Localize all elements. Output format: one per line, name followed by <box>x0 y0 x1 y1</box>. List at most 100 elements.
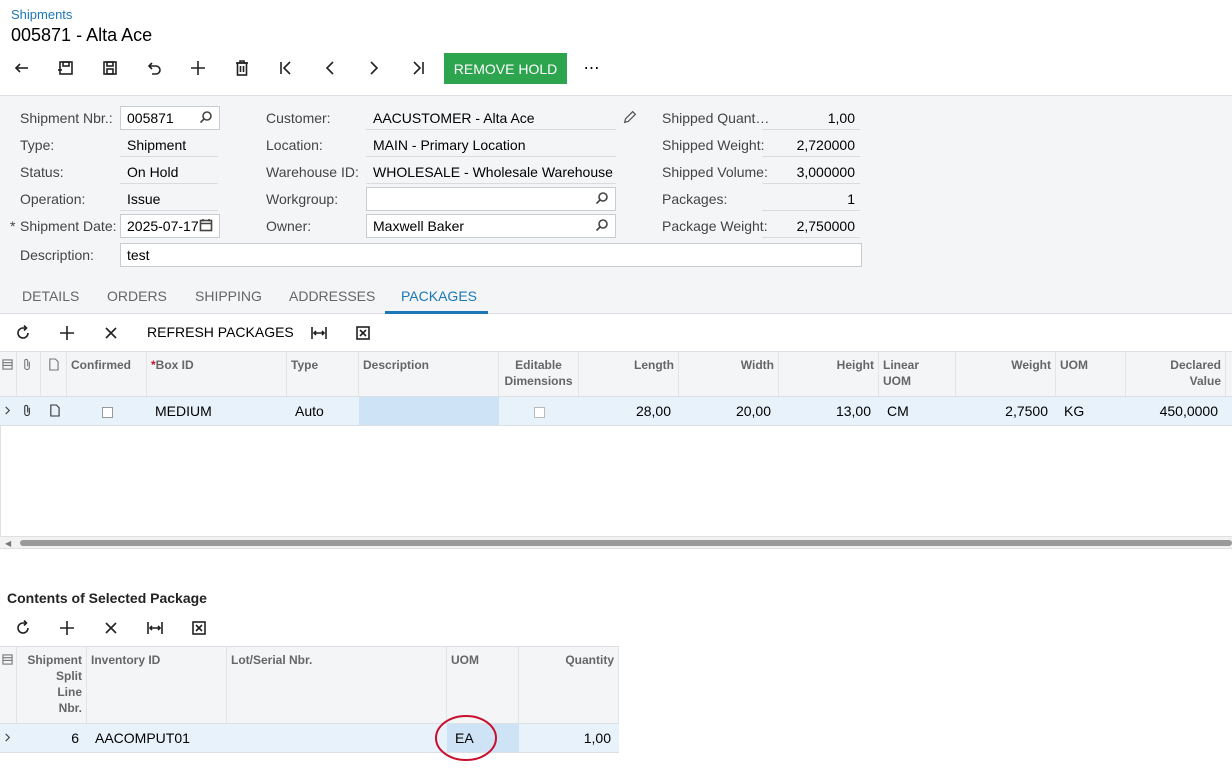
column-settings-icon[interactable] <box>0 647 17 723</box>
previous-record-icon[interactable] <box>318 56 342 80</box>
contents-section-title: Contents of Selected Package <box>7 590 207 606</box>
row-selector-icon[interactable] <box>0 724 17 752</box>
owner-label: Owner: <box>266 218 312 234</box>
next-record-icon[interactable] <box>362 56 386 80</box>
col-quantity[interactable]: Quantity <box>519 647 619 723</box>
location-value[interactable]: MAIN - Primary Location <box>373 137 525 153</box>
tab-packages[interactable]: PACKAGES <box>401 288 477 304</box>
more-actions-icon[interactable]: ⋯ <box>580 56 604 80</box>
note-col-icon <box>41 352 67 396</box>
search-icon[interactable] <box>595 191 611 207</box>
tab-shipping[interactable]: SHIPPING <box>195 288 262 304</box>
description-field[interactable]: test <box>120 243 862 267</box>
quantity-cell[interactable]: 1,00 <box>519 724 619 752</box>
refresh-packages-button[interactable]: REFRESH PACKAGES <box>147 324 294 340</box>
col-linear-line2: UOM <box>883 374 911 388</box>
uom-cell[interactable]: KG <box>1056 397 1126 425</box>
col-editable-line1: Editable <box>515 358 562 372</box>
refresh-icon[interactable] <box>12 322 34 344</box>
grid-border <box>0 426 1 536</box>
col-height[interactable]: Height <box>779 352 879 396</box>
column-settings-icon[interactable] <box>0 352 17 396</box>
linear-uom-cell[interactable]: CM <box>879 397 956 425</box>
length-cell[interactable]: 28,00 <box>579 397 679 425</box>
package-weight-value: 2,750000 <box>796 218 855 234</box>
col-width[interactable]: Width <box>679 352 779 396</box>
undo-icon[interactable] <box>142 56 166 80</box>
packages-value: 1 <box>847 191 855 207</box>
add-icon[interactable] <box>186 56 210 80</box>
fit-columns-icon[interactable] <box>308 322 330 344</box>
remove-hold-button[interactable]: REMOVE HOLD <box>444 53 567 84</box>
description-cell[interactable] <box>359 397 499 425</box>
col-type[interactable]: Type <box>287 352 359 396</box>
width-cell[interactable]: 20,00 <box>679 397 779 425</box>
editable-dimensions-checkbox[interactable] <box>499 397 579 425</box>
calendar-icon[interactable] <box>199 218 215 234</box>
col-declared-value[interactable]: Declared Value <box>1126 352 1226 396</box>
shipment-date-label: Shipment Date: <box>20 218 117 234</box>
search-icon[interactable] <box>595 218 611 234</box>
horizontal-scrollbar[interactable]: ◀ <box>0 536 1232 549</box>
col-editable-dimensions[interactable]: Editable Dimensions <box>499 352 579 396</box>
warehouse-value[interactable]: WHOLESALE - Wholesale Warehouse <box>373 164 613 180</box>
table-row[interactable]: 6 AACOMPUT01 EA 1,00 <box>0 724 619 753</box>
location-label: Location: <box>266 137 323 153</box>
tab-details[interactable]: DETAILS <box>22 288 79 304</box>
col-lot-serial[interactable]: Lot/Serial Nbr. <box>227 647 447 723</box>
col-confirmed[interactable]: Confirmed <box>67 352 147 396</box>
lot-serial-cell[interactable] <box>227 724 447 752</box>
shipped-volume-underline <box>762 183 860 184</box>
fit-columns-icon[interactable] <box>144 617 166 639</box>
tab-addresses[interactable]: ADDRESSES <box>289 288 375 304</box>
breadcrumb-shipments[interactable]: Shipments <box>11 7 72 22</box>
last-record-icon[interactable] <box>406 56 430 80</box>
height-cell[interactable]: 13,00 <box>779 397 879 425</box>
shipment-nbr-field[interactable]: 005871 <box>120 106 220 130</box>
declared-value-cell[interactable]: 450,0000 <box>1126 397 1226 425</box>
delete-icon[interactable] <box>230 56 254 80</box>
search-icon[interactable] <box>199 110 215 126</box>
shipment-date-value: 2025-07-17 <box>127 218 199 234</box>
save-and-close-icon[interactable] <box>54 56 78 80</box>
refresh-icon[interactable] <box>12 617 34 639</box>
weight-cell[interactable]: 2,7500 <box>956 397 1056 425</box>
col-length[interactable]: Length <box>579 352 679 396</box>
col-uom[interactable]: UOM <box>1056 352 1126 396</box>
inventory-id-cell[interactable]: AACOMPUT01 <box>87 724 227 752</box>
split-line-cell[interactable]: 6 <box>17 724 87 752</box>
first-record-icon[interactable] <box>274 56 298 80</box>
scroll-left-icon[interactable]: ◀ <box>5 539 11 548</box>
col-inventory-id[interactable]: Inventory ID <box>87 647 227 723</box>
shipment-date-field[interactable]: 2025-07-17 <box>120 214 220 238</box>
delete-row-icon[interactable] <box>100 322 122 344</box>
type-cell[interactable]: Auto <box>287 397 359 425</box>
workgroup-field[interactable] <box>366 187 616 211</box>
customer-value[interactable]: AACUSTOMER - Alta Ace <box>373 110 535 126</box>
add-row-icon[interactable] <box>56 617 78 639</box>
scrollbar-thumb[interactable] <box>20 540 1232 546</box>
col-shipment-split-line-nbr[interactable]: Shipment Split Line Nbr. <box>17 647 87 723</box>
export-excel-icon[interactable] <box>352 322 374 344</box>
row-selector-icon[interactable] <box>0 397 17 425</box>
edit-pencil-icon[interactable] <box>622 109 640 127</box>
note-icon[interactable] <box>41 397 67 425</box>
export-excel-icon[interactable] <box>188 617 210 639</box>
table-row[interactable]: MEDIUM Auto 28,00 20,00 13,00 CM 2,7500 … <box>0 397 1232 426</box>
col-description[interactable]: Description <box>359 352 499 396</box>
col-uom[interactable]: UOM <box>447 647 519 723</box>
back-icon[interactable] <box>10 56 34 80</box>
col-box-id[interactable]: *Box ID <box>147 352 287 396</box>
delete-row-icon[interactable] <box>100 617 122 639</box>
type-label: Type: <box>20 137 55 153</box>
save-icon[interactable] <box>98 56 122 80</box>
col-linear-uom[interactable]: Linear UOM <box>879 352 956 396</box>
confirmed-checkbox[interactable] <box>67 397 147 425</box>
attachment-icon[interactable] <box>17 397 41 425</box>
col-weight[interactable]: Weight <box>956 352 1056 396</box>
owner-field[interactable]: Maxwell Baker <box>366 214 616 238</box>
package-weight-label: Package Weight: <box>662 218 768 234</box>
tab-orders[interactable]: ORDERS <box>107 288 167 304</box>
add-row-icon[interactable] <box>56 322 78 344</box>
box-id-cell[interactable]: MEDIUM <box>147 397 287 425</box>
